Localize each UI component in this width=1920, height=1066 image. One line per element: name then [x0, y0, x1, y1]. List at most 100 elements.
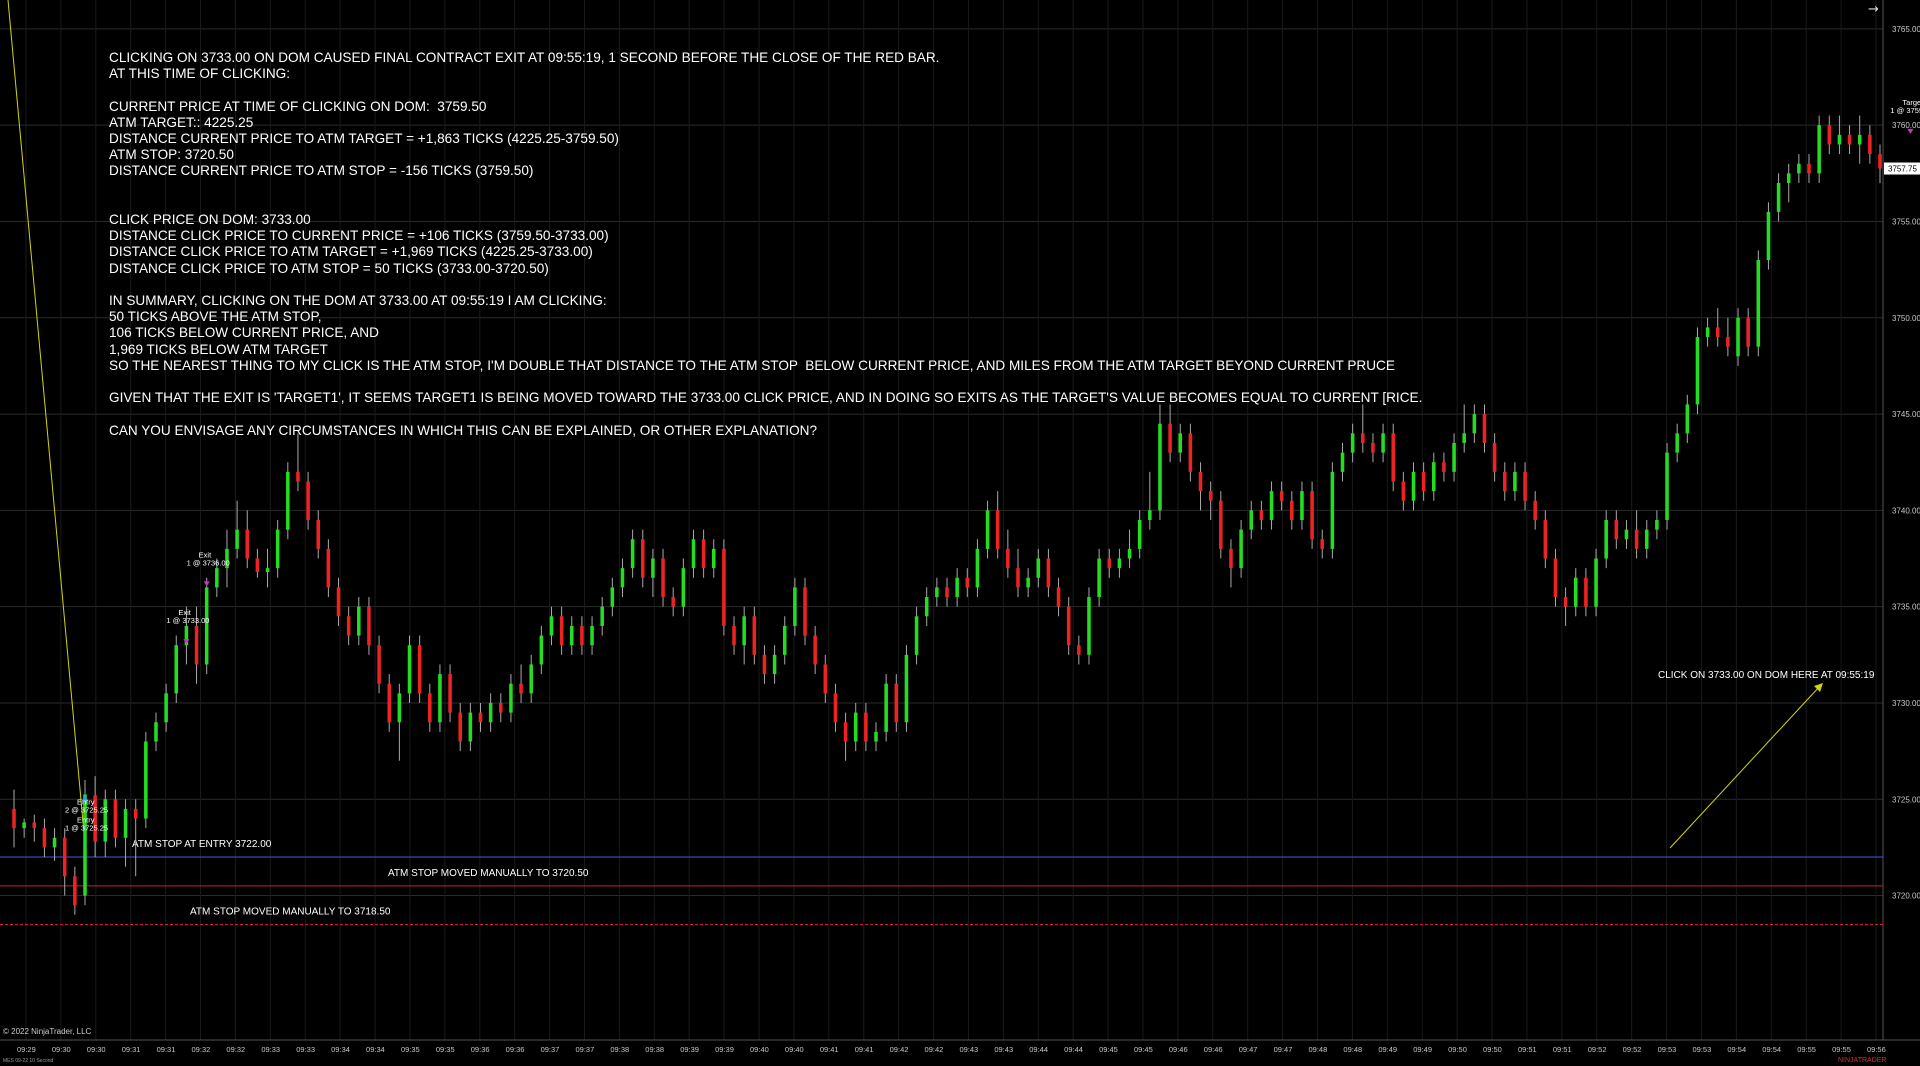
x-tick-label: 09:51 — [1553, 1045, 1572, 1054]
candle-down — [296, 471, 300, 482]
y-tick-label: 3755.00 — [1892, 217, 1920, 226]
x-tick-label: 09:30 — [87, 1045, 106, 1054]
x-tick-label: 09:46 — [1169, 1045, 1188, 1054]
brand-logo: NINJATRADER — [1838, 1057, 1887, 1064]
candle-down — [519, 683, 523, 694]
candle-down — [803, 587, 807, 636]
stop-line-label: ATM STOP AT ENTRY 3722.00 — [132, 839, 272, 850]
x-tick-label: 09:40 — [785, 1045, 804, 1054]
candle-down — [346, 616, 351, 636]
annotation-line: 50 TICKS ABOVE THE ATM STOP, — [109, 309, 322, 325]
candle-down — [1878, 154, 1882, 169]
candle-down — [1391, 433, 1395, 482]
candle-down — [1310, 491, 1314, 540]
x-tick-label: 09:32 — [226, 1045, 245, 1054]
candle-down — [1442, 462, 1446, 472]
annotation-line — [109, 277, 1422, 293]
candle-up — [569, 625, 574, 646]
candle-down — [1229, 548, 1233, 569]
candle-up — [681, 568, 686, 607]
y-tick-label: 3725.00 — [1892, 795, 1920, 804]
execution-detail: 1 @ 3725.25 — [65, 823, 108, 832]
candle-down — [1401, 481, 1406, 501]
candle-down — [894, 683, 899, 723]
x-tick-label: 09:47 — [1239, 1045, 1258, 1054]
x-tick-label: 09:43 — [994, 1045, 1013, 1054]
candle-down — [995, 510, 1000, 549]
candle-up — [1300, 491, 1304, 520]
x-tick-label: 09:48 — [1343, 1045, 1362, 1054]
candle-up — [1137, 520, 1142, 549]
annotation-line: DISTANCE CLICK PRICE TO CURRENT PRICE = … — [109, 228, 609, 244]
candle-up — [711, 548, 716, 569]
candle-down — [1046, 558, 1051, 588]
candle-down — [559, 616, 564, 646]
candle-up — [1766, 211, 1771, 260]
y-tick-label: 3740.00 — [1892, 506, 1920, 515]
candle-down — [823, 664, 828, 694]
candle-up — [1817, 125, 1821, 174]
candle-up — [22, 822, 26, 829]
candle-down — [1553, 558, 1558, 598]
candle-down — [428, 693, 432, 723]
x-tick-label: 09:50 — [1483, 1045, 1502, 1054]
candle-down — [1523, 471, 1527, 501]
candle-down — [671, 597, 675, 607]
candle-up — [164, 693, 168, 723]
candle-up — [1513, 471, 1517, 492]
click-annotation-label: CLICK ON 3733.00 ON DOM HERE AT 09:55:19 — [1658, 670, 1875, 681]
candle-down — [1077, 645, 1081, 655]
x-tick-label: 09:56 — [1867, 1045, 1886, 1054]
candle-up — [1036, 558, 1041, 578]
annotation-line — [109, 180, 1422, 196]
x-tick-label: 09:41 — [820, 1045, 839, 1054]
annotation-line: CURRENT PRICE AT TIME OF CLICKING ON DOM… — [109, 98, 487, 114]
candle-down — [1746, 317, 1750, 347]
candle-down — [1188, 433, 1193, 472]
annotation-line — [109, 406, 1422, 422]
candle-down — [1208, 491, 1213, 501]
x-tick-label: 09:49 — [1378, 1045, 1397, 1054]
candle-up — [1127, 548, 1132, 559]
candle-down — [1259, 510, 1264, 520]
candle-up — [1239, 529, 1243, 569]
candle-up — [174, 645, 179, 694]
candle-down — [367, 606, 371, 646]
candle-up — [1695, 337, 1700, 405]
candle-down — [1107, 558, 1112, 569]
x-tick-label: 09:37 — [541, 1045, 560, 1054]
x-tick-label: 09:34 — [331, 1045, 350, 1054]
candle-up — [1411, 471, 1416, 501]
candle-up — [1148, 510, 1152, 520]
candle-up — [630, 539, 635, 569]
annotation-line: DISTANCE CURRENT PRICE TO ATM TARGET = +… — [109, 131, 619, 146]
x-tick-label: 09:34 — [366, 1045, 385, 1054]
x-tick-label: 09:55 — [1797, 1045, 1816, 1054]
candle-down — [62, 837, 67, 877]
arrow-right-icon[interactable]: → — [1868, 2, 1879, 17]
candle-down — [42, 828, 47, 848]
candle-up — [509, 683, 513, 713]
x-tick-label: 09:30 — [52, 1045, 71, 1054]
candle-down — [843, 722, 848, 742]
candle-up — [1644, 529, 1649, 549]
candle-down — [1219, 500, 1223, 549]
x-tick-label: 09:44 — [1029, 1045, 1048, 1054]
candle-down — [387, 683, 392, 723]
candle-down — [417, 645, 422, 694]
candle-down — [377, 645, 381, 684]
x-tick-label: 09:49 — [1413, 1045, 1432, 1054]
x-tick-label: 09:33 — [296, 1045, 315, 1054]
candle-up — [1452, 442, 1456, 472]
candle-down — [965, 577, 970, 588]
candle-down — [245, 529, 250, 559]
annotation-line: ATM TARGET:: 4225.25 — [109, 114, 254, 130]
candle-down — [448, 674, 452, 713]
candle-up — [1675, 433, 1679, 453]
candle-up — [1594, 558, 1598, 607]
candle-down — [1868, 134, 1872, 155]
candle-up — [144, 741, 148, 819]
candle-down — [1563, 597, 1568, 607]
x-tick-label: 09:46 — [1204, 1045, 1223, 1054]
candle-up — [1756, 260, 1761, 347]
